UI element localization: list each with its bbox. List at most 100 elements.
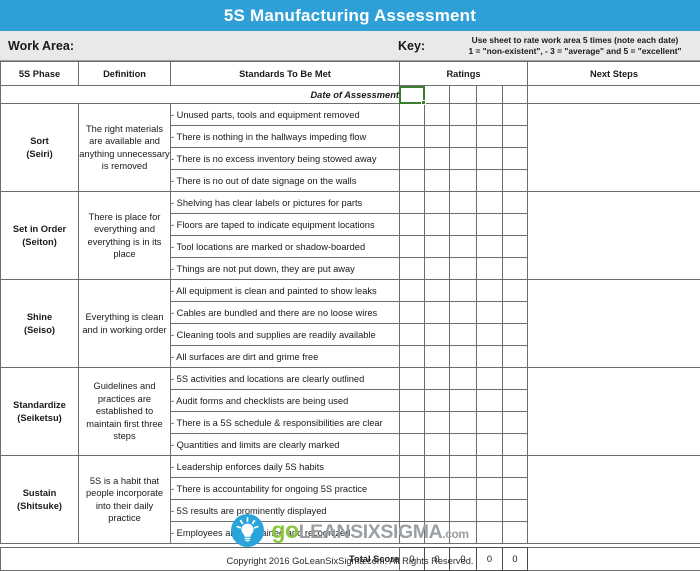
rating-input[interactable]	[400, 390, 425, 412]
rating-input[interactable]	[425, 324, 450, 346]
rating-input[interactable]	[450, 302, 477, 324]
rating-input[interactable]	[450, 390, 477, 412]
date-input-5[interactable]	[503, 86, 528, 104]
rating-input[interactable]	[477, 412, 503, 434]
rating-input[interactable]	[503, 412, 528, 434]
rating-input[interactable]	[425, 258, 450, 280]
rating-input[interactable]	[477, 456, 503, 478]
rating-input[interactable]	[503, 434, 528, 456]
rating-input[interactable]	[425, 302, 450, 324]
rating-input[interactable]	[503, 214, 528, 236]
date-input-3[interactable]	[450, 86, 477, 104]
rating-input[interactable]	[503, 368, 528, 390]
rating-input[interactable]	[477, 192, 503, 214]
rating-input[interactable]	[450, 236, 477, 258]
rating-input[interactable]	[425, 368, 450, 390]
rating-input[interactable]	[400, 456, 425, 478]
rating-input[interactable]	[400, 478, 425, 500]
rating-input[interactable]	[477, 434, 503, 456]
rating-input[interactable]	[450, 346, 477, 368]
rating-input[interactable]	[477, 324, 503, 346]
fill-handle[interactable]	[421, 100, 426, 105]
rating-input[interactable]	[400, 368, 425, 390]
rating-input[interactable]	[450, 456, 477, 478]
rating-input[interactable]	[477, 236, 503, 258]
rating-input[interactable]	[400, 192, 425, 214]
rating-input[interactable]	[425, 280, 450, 302]
rating-input[interactable]	[400, 324, 425, 346]
rating-input[interactable]	[503, 390, 528, 412]
rating-input[interactable]	[477, 104, 503, 126]
rating-input[interactable]	[425, 434, 450, 456]
rating-input[interactable]	[425, 456, 450, 478]
date-input-4[interactable]	[477, 86, 503, 104]
rating-input[interactable]	[425, 148, 450, 170]
rating-input[interactable]	[400, 236, 425, 258]
next-steps-input-1[interactable]	[528, 192, 700, 280]
rating-input[interactable]	[450, 258, 477, 280]
rating-input[interactable]	[450, 434, 477, 456]
rating-input[interactable]	[503, 324, 528, 346]
rating-input[interactable]	[425, 478, 450, 500]
rating-input[interactable]	[477, 346, 503, 368]
rating-input[interactable]	[503, 478, 528, 500]
rating-input[interactable]	[450, 324, 477, 346]
rating-input[interactable]	[400, 148, 425, 170]
rating-input[interactable]	[477, 302, 503, 324]
rating-input[interactable]	[400, 280, 425, 302]
rating-input[interactable]	[477, 258, 503, 280]
rating-input[interactable]	[503, 236, 528, 258]
rating-input[interactable]	[503, 104, 528, 126]
rating-input[interactable]	[503, 346, 528, 368]
rating-input[interactable]	[450, 104, 477, 126]
rating-input[interactable]	[400, 302, 425, 324]
rating-input[interactable]	[477, 214, 503, 236]
rating-input[interactable]	[503, 280, 528, 302]
rating-input[interactable]	[400, 104, 425, 126]
rating-input[interactable]	[477, 368, 503, 390]
rating-input[interactable]	[477, 280, 503, 302]
rating-input[interactable]	[450, 170, 477, 192]
rating-input[interactable]	[425, 104, 450, 126]
date-input-2[interactable]	[425, 86, 450, 104]
rating-input[interactable]	[477, 148, 503, 170]
rating-input[interactable]	[425, 390, 450, 412]
rating-input[interactable]	[400, 346, 425, 368]
rating-input[interactable]	[503, 456, 528, 478]
rating-input[interactable]	[477, 170, 503, 192]
rating-input[interactable]	[450, 280, 477, 302]
table-row: Set in Order(Seiton)There is place for e…	[1, 192, 700, 214]
next-steps-input-0[interactable]	[528, 104, 700, 192]
rating-input[interactable]	[450, 192, 477, 214]
rating-input[interactable]	[425, 192, 450, 214]
next-steps-input-3[interactable]	[528, 368, 700, 456]
rating-input[interactable]	[503, 302, 528, 324]
next-steps-input-2[interactable]	[528, 280, 700, 368]
rating-input[interactable]	[425, 170, 450, 192]
rating-input[interactable]	[425, 126, 450, 148]
rating-input[interactable]	[425, 214, 450, 236]
rating-input[interactable]	[503, 192, 528, 214]
rating-input[interactable]	[425, 236, 450, 258]
rating-input[interactable]	[450, 126, 477, 148]
rating-input[interactable]	[400, 170, 425, 192]
rating-input[interactable]	[400, 258, 425, 280]
rating-input[interactable]	[425, 346, 450, 368]
rating-input[interactable]	[503, 258, 528, 280]
rating-input[interactable]	[477, 478, 503, 500]
rating-input[interactable]	[450, 412, 477, 434]
rating-input[interactable]	[477, 126, 503, 148]
rating-input[interactable]	[400, 412, 425, 434]
rating-input[interactable]	[425, 412, 450, 434]
rating-input[interactable]	[503, 126, 528, 148]
rating-input[interactable]	[450, 368, 477, 390]
rating-input[interactable]	[400, 434, 425, 456]
rating-input[interactable]	[450, 148, 477, 170]
rating-input[interactable]	[450, 478, 477, 500]
rating-input[interactable]	[477, 390, 503, 412]
rating-input[interactable]	[450, 214, 477, 236]
rating-input[interactable]	[400, 214, 425, 236]
rating-input[interactable]	[503, 170, 528, 192]
rating-input[interactable]	[400, 126, 425, 148]
rating-input[interactable]	[503, 148, 528, 170]
